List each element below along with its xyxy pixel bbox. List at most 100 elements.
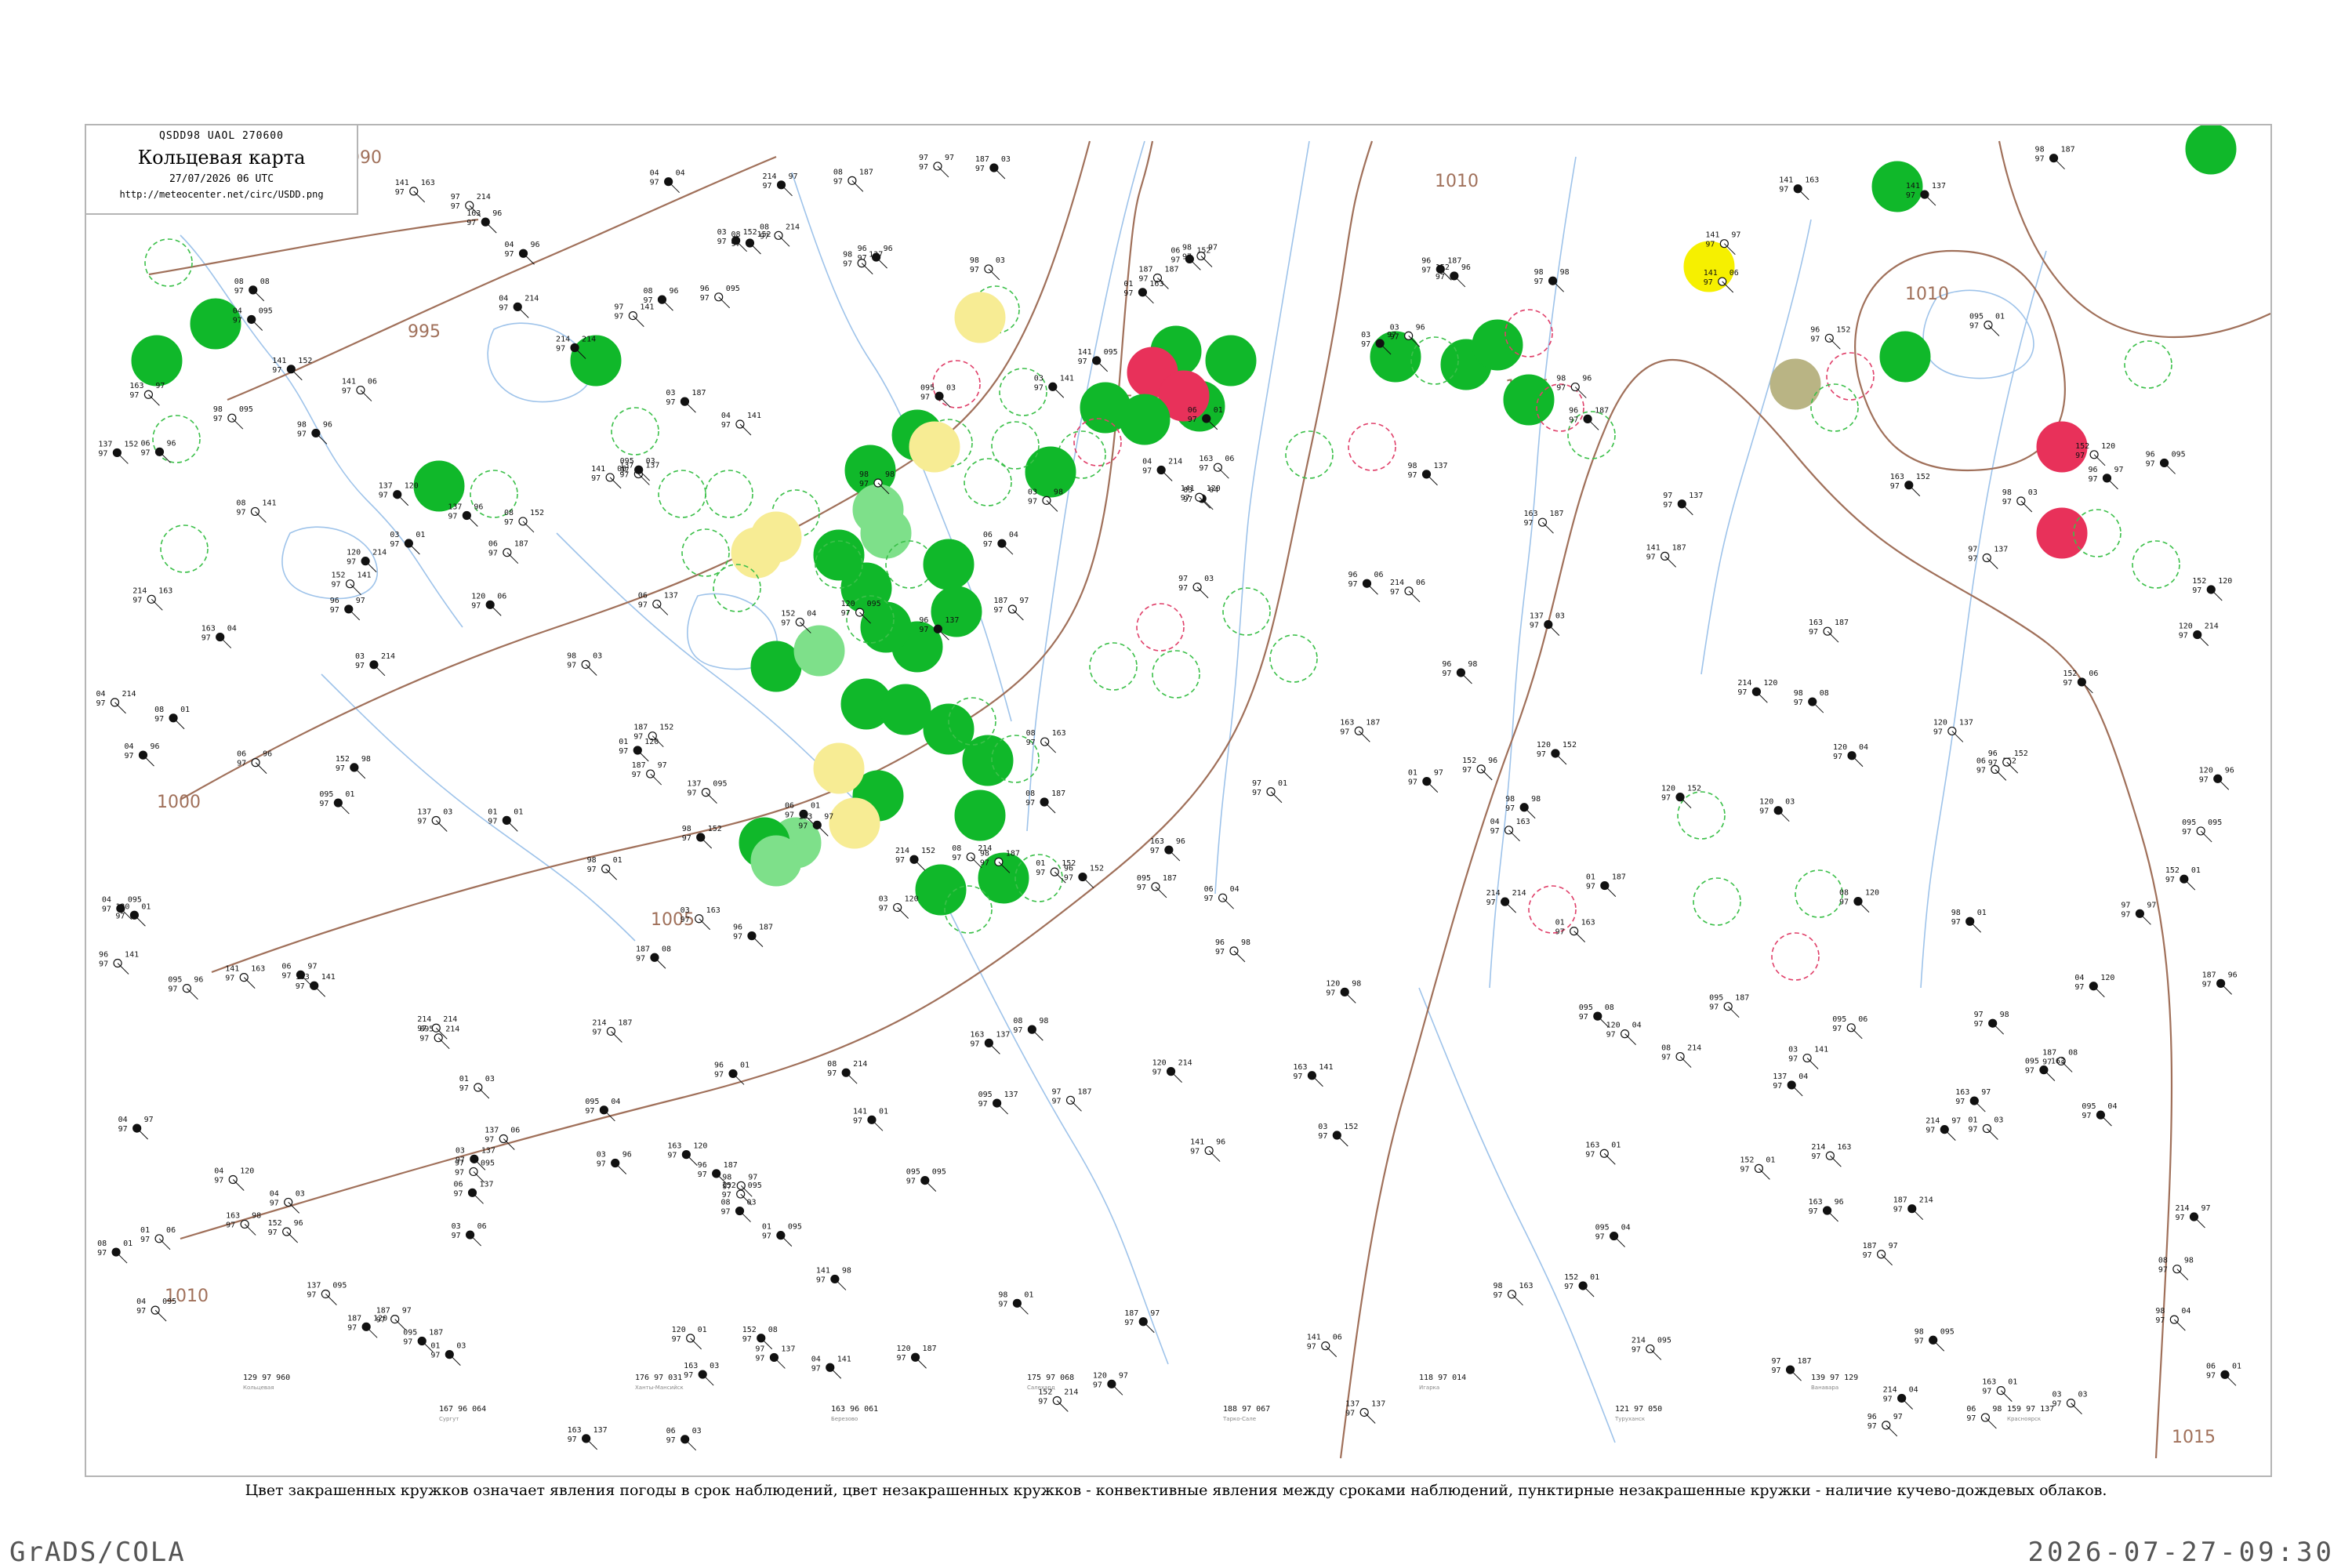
- station-plot: 152 120 97: [2192, 577, 2232, 601]
- station-value: 06: [1416, 579, 1425, 587]
- station-value: 97: [1215, 948, 1225, 956]
- station-value: 97: [1408, 471, 1417, 480]
- station-value: 06: [638, 591, 648, 600]
- station-value: 137: [781, 1345, 795, 1353]
- station-plot: 96 095 97: [2146, 450, 2186, 474]
- station-value: 97: [1705, 241, 1715, 249]
- station-plot: 120 96 97: [2199, 766, 2234, 790]
- station-value: 152: [2063, 670, 2077, 678]
- station-value: 98: [1505, 795, 1515, 804]
- station-value: 04: [136, 1298, 146, 1306]
- station-value: 04: [1909, 1385, 1918, 1394]
- station-plot: 04 96 97: [124, 742, 160, 767]
- station-value: 214: [1687, 1044, 1701, 1053]
- station-temp: 163 96 061: [831, 1405, 878, 1414]
- station-plot: 03 120 97: [879, 895, 919, 919]
- wind-barb: [690, 1338, 702, 1350]
- station-plot: 152 96 97: [1462, 757, 1497, 781]
- station-value: 08: [827, 1060, 837, 1069]
- station-value: 141: [1704, 269, 1718, 278]
- station-value: 06: [1225, 455, 1234, 463]
- wind-barb: [360, 390, 372, 401]
- wind-barb: [1987, 1128, 1998, 1140]
- station-value: 97: [330, 606, 339, 615]
- station-value: 141: [272, 357, 286, 365]
- station-plot: 163 98 97: [226, 1211, 261, 1236]
- wind-barb: [413, 191, 426, 203]
- station-name: Кольцевая: [243, 1385, 274, 1391]
- station-value: 96: [1348, 571, 1357, 579]
- station-value: 163: [1516, 818, 1530, 826]
- station-value: 141: [1779, 176, 1793, 185]
- station-value: 97: [789, 172, 798, 181]
- wind-barb: [615, 1163, 627, 1174]
- station-value: 137: [1371, 1399, 1385, 1408]
- station-value: 152: [1916, 473, 1930, 481]
- station-value: 04: [227, 625, 237, 633]
- station-value: 98: [970, 256, 979, 265]
- wind-barb: [350, 583, 361, 596]
- rain_green-weather-circle: [1205, 335, 1257, 387]
- station-value: 187: [376, 1307, 390, 1316]
- map-url[interactable]: http://meteocenter.net/circ/USDD.png: [86, 189, 357, 200]
- station-value: 97: [1579, 1013, 1588, 1022]
- station-plot: 137 095 97: [307, 1281, 347, 1305]
- station-value: 97: [1036, 869, 1045, 877]
- station-plot: 06 187 97: [488, 540, 528, 564]
- station-value: 163: [1199, 455, 1213, 463]
- station-value: 137: [480, 1180, 494, 1189]
- station-value: 04: [1230, 885, 1240, 894]
- wind-barb: [1312, 1075, 1323, 1087]
- station-plot: 97 137 97: [1968, 545, 2008, 569]
- station-value: 187: [1447, 256, 1461, 265]
- station-value: 06: [281, 962, 291, 971]
- station-value: 06: [166, 1226, 176, 1235]
- station-value: 96: [884, 245, 893, 253]
- wind-barb: [1727, 1006, 1740, 1018]
- station-value: 97: [236, 508, 245, 517]
- station-value: 98: [1531, 795, 1541, 804]
- station-value: 141: [1181, 485, 1195, 493]
- station-plot: 08 0897: [234, 278, 270, 302]
- station-value: 03: [593, 652, 602, 660]
- station-value: 08: [154, 706, 164, 714]
- pale_yellow-weather-circle: [829, 797, 880, 849]
- station-value: 120: [471, 592, 485, 601]
- station-value: 152: [921, 847, 935, 855]
- station-plot: 97 187 97: [1772, 1357, 1812, 1381]
- station-value: 01: [2191, 866, 2201, 875]
- station-value: 06: [617, 465, 626, 474]
- station-value: 137: [1959, 718, 1973, 727]
- station-value: 163: [1581, 919, 1595, 927]
- station-value: 97: [763, 182, 772, 191]
- station-value: 97: [1293, 1073, 1302, 1081]
- station-value: 120: [841, 600, 855, 608]
- station-value: 97: [1890, 482, 1900, 491]
- isobar-label-995: 995: [408, 322, 441, 342]
- station-value: 137: [417, 808, 431, 816]
- station-value: 97: [1759, 808, 1769, 816]
- station-value: 095: [239, 405, 253, 414]
- station-value: 095: [2025, 1058, 2039, 1066]
- station-value: 214: [2205, 622, 2219, 631]
- station-value: 06: [488, 540, 498, 549]
- station-value: 97: [226, 1221, 235, 1229]
- station-plot: 152 01 97: [2165, 866, 2201, 891]
- station-value: 163: [1809, 1198, 1823, 1207]
- station-plot: 163 137 97: [568, 1426, 608, 1450]
- station-value: 97: [268, 1229, 278, 1237]
- station-plot: 96 06 97: [1348, 571, 1384, 595]
- station-value: 97: [978, 1100, 988, 1109]
- station-plot: 03 0397: [2052, 1391, 2088, 1415]
- footer-software: GrADS/COLA: [9, 1537, 186, 1568]
- station-plot: 152 01 97: [1564, 1273, 1599, 1298]
- station-value: 187: [759, 924, 773, 932]
- wind-barb: [1171, 1071, 1182, 1083]
- wind-barb: [700, 837, 713, 849]
- wind-barb: [143, 754, 154, 767]
- station-value: 97: [1933, 728, 1943, 736]
- station-value: 96: [2225, 766, 2234, 775]
- wind-barb: [668, 181, 680, 194]
- wind-barb: [739, 423, 752, 436]
- wind-barb: [2176, 1269, 2189, 1281]
